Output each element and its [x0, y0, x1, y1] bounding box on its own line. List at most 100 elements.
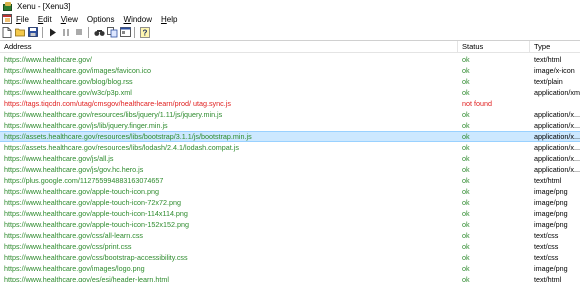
type-cell: application/x...: [534, 110, 580, 119]
properties-icon[interactable]: [119, 26, 131, 38]
status-cell: ok: [462, 110, 470, 119]
copy-icon[interactable]: [106, 26, 118, 38]
menu-options[interactable]: Options: [87, 15, 115, 24]
table-row[interactable]: https://www.healthcare.gov/resources/lib…: [0, 109, 580, 120]
type-cell: text/css: [534, 242, 559, 251]
address-cell: https://www.healthcare.gov/blog/blog.rss: [4, 77, 133, 86]
type-cell: application/x...: [534, 154, 580, 163]
address-cell: https://www.healthcare.gov/resources/lib…: [4, 110, 223, 119]
status-cell: ok: [462, 132, 470, 141]
address-cell: https://www.healthcare.gov/apple-touch-i…: [4, 209, 188, 218]
status-cell: ok: [462, 121, 470, 130]
table-row[interactable]: https://www.healthcare.gov/js/all.js ok ap…: [0, 153, 580, 164]
table-row[interactable]: https://www.healthcare.gov/blog/blog.rss…: [0, 76, 580, 87]
address-cell: https://www.healthcare.gov/js/lib/jquery…: [4, 121, 168, 130]
table-row[interactable]: https://www.healthcare.gov/apple-touch-i…: [0, 197, 580, 208]
type-cell: image/png: [534, 187, 568, 196]
table-row-selected[interactable]: https://assets.healthcare.gov/resources/…: [0, 131, 580, 142]
status-cell: ok: [462, 187, 470, 196]
status-cell: ok: [462, 143, 470, 152]
address-cell: https://www.healthcare.gov/css/bootstrap…: [4, 253, 188, 262]
menu-bar: File Edit View Options Window Help: [0, 13, 580, 25]
new-icon[interactable]: [1, 26, 13, 38]
status-cell: ok: [462, 88, 470, 97]
status-cell: ok: [462, 176, 470, 185]
table-row[interactable]: https://assets.healthcare.gov/resources/…: [0, 142, 580, 153]
stop-icon[interactable]: [73, 26, 85, 38]
menu-file[interactable]: File: [16, 15, 29, 24]
toolbar-separator: [134, 26, 135, 38]
table-row[interactable]: https://www.healthcare.gov/images/favico…: [0, 65, 580, 76]
menu-help[interactable]: Help: [161, 15, 177, 24]
type-cell: image/png: [534, 220, 568, 229]
menu-window[interactable]: Window: [124, 15, 152, 24]
status-cell: ok: [462, 275, 470, 282]
link-list[interactable]: Address Status Type https://www.healthca…: [0, 40, 580, 282]
type-cell: image/png: [534, 209, 568, 218]
type-cell: image/x-icon: [534, 66, 575, 75]
status-cell: ok: [462, 154, 470, 163]
play-icon[interactable]: [47, 26, 59, 38]
status-cell: ok: [462, 198, 470, 207]
menu-edit[interactable]: Edit: [38, 15, 52, 24]
table-row[interactable]: https://www.healthcare.gov/css/bootstrap…: [0, 252, 580, 263]
table-row[interactable]: https://plus.google.com/1127559948831630…: [0, 175, 580, 186]
type-cell: application/xml: [534, 88, 580, 97]
address-cell: https://www.healthcare.gov/es/esi/header…: [4, 275, 169, 282]
status-cell: ok: [462, 66, 470, 75]
column-header-status[interactable]: Status: [458, 41, 530, 53]
table-row[interactable]: https://tags.tiqcdn.com/utag/cmsgov/heal…: [0, 98, 580, 109]
toolbar-separator: [88, 26, 89, 38]
address-cell: https://www.healthcare.gov/apple-touch-i…: [4, 187, 160, 196]
column-header-address[interactable]: Address: [0, 41, 458, 53]
table-row[interactable]: https://www.healthcare.gov/ok text/html: [0, 54, 580, 65]
save-icon[interactable]: [27, 26, 39, 38]
table-row[interactable]: https://www.healthcare.gov/apple-touch-i…: [0, 219, 580, 230]
address-cell: https://www.healthcare.gov/js/all.js: [4, 154, 114, 163]
address-cell: https://plus.google.com/1127559948831630…: [4, 176, 164, 185]
column-header-type[interactable]: Type: [530, 41, 580, 53]
status-cell: ok: [462, 220, 470, 229]
table-row[interactable]: https://www.healthcare.gov/w3c/p3p.xml ok…: [0, 87, 580, 98]
address-cell: https://www.healthcare.gov/css/all-learn…: [4, 231, 144, 240]
address-cell: https://www.healthcare.gov/w3c/p3p.xml: [4, 88, 132, 97]
table-row[interactable]: https://www.healthcare.gov/es/esi/header…: [0, 274, 580, 282]
find-icon[interactable]: [93, 26, 105, 38]
open-icon[interactable]: [14, 26, 26, 38]
document-icon[interactable]: [2, 14, 12, 24]
table-row[interactable]: https://www.healthcare.gov/js/lib/jquery…: [0, 120, 580, 131]
status-cell: ok: [462, 253, 470, 262]
address-cell: https://www.healthcare.gov/apple-touch-i…: [4, 198, 181, 207]
table-row[interactable]: https://www.healthcare.gov/apple-touch-i…: [0, 186, 580, 197]
list-header: Address Status Type: [0, 41, 580, 53]
help-icon[interactable]: ?: [139, 26, 151, 38]
table-row[interactable]: https://www.healthcare.gov/css/print.css…: [0, 241, 580, 252]
type-cell: application/x...: [534, 121, 580, 130]
toolbar: ?: [0, 25, 580, 39]
table-row[interactable]: https://www.healthcare.gov/js/gov.hc.her…: [0, 164, 580, 175]
xenu-app-icon[interactable]: [2, 1, 13, 12]
address-cell: https://assets.healthcare.gov/resources/…: [4, 143, 239, 152]
type-cell: text/css: [534, 231, 559, 240]
table-row[interactable]: https://www.healthcare.gov/css/all-learn…: [0, 230, 580, 241]
title-bar: Xenu - [Xenu3]: [0, 0, 580, 13]
status-cell: ok: [462, 55, 470, 64]
type-cell: text/html: [534, 275, 562, 282]
window-title: Xenu - [Xenu3]: [17, 2, 71, 11]
address-cell: https://assets.healthcare.gov/resources/…: [4, 132, 252, 141]
type-cell: image/png: [534, 198, 568, 207]
type-cell: text/plain: [534, 77, 563, 86]
address-cell: https://www.healthcare.gov/: [4, 55, 92, 64]
status-cell: ok: [462, 264, 470, 273]
status-cell: ok: [462, 242, 470, 251]
address-cell: https://tags.tiqcdn.com/utag/cmsgov/heal…: [4, 99, 231, 108]
svg-text:?: ?: [143, 28, 148, 37]
status-cell: not found: [462, 99, 492, 108]
address-cell: https://www.healthcare.gov/js/gov.hc.her…: [4, 165, 144, 174]
pause-icon[interactable]: [60, 26, 72, 38]
table-row[interactable]: https://www.healthcare.gov/images/logo.p…: [0, 263, 580, 274]
toolbar-separator: [42, 26, 43, 38]
table-row[interactable]: https://www.healthcare.gov/apple-touch-i…: [0, 208, 580, 219]
menu-view[interactable]: View: [61, 15, 78, 24]
address-cell: https://www.healthcare.gov/images/favico…: [4, 66, 152, 75]
